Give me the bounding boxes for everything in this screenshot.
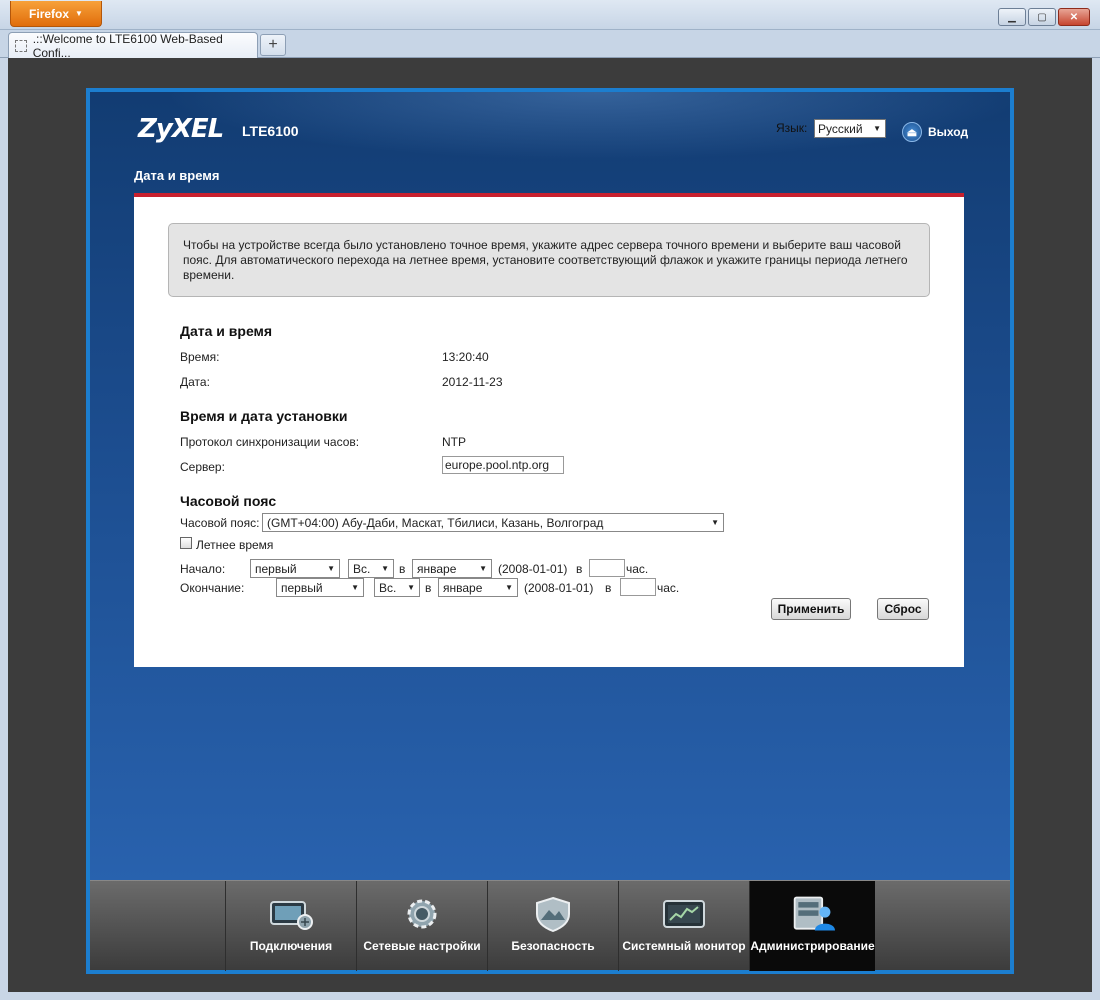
new-tab-button[interactable]: + <box>260 34 286 56</box>
apply-button[interactable]: Применить <box>771 598 851 620</box>
dst-end-week-select[interactable]: первый ▼ <box>276 578 364 597</box>
logout-button[interactable]: ⏏ Выход <box>902 122 968 142</box>
dst-start-month-value: январе <box>417 561 457 576</box>
chevron-down-icon: ▼ <box>327 564 335 573</box>
nav-administration[interactable]: Администрирование <box>749 881 875 971</box>
chevron-down-icon: ▼ <box>479 564 487 573</box>
date-value: 2012-11-23 <box>442 375 503 389</box>
chevron-down-icon: ▼ <box>711 518 719 527</box>
dropdown-arrow-icon: ▼ <box>75 9 83 18</box>
dst-start-month-select[interactable]: январе ▼ <box>412 559 492 578</box>
timezone-section-title: Часовой пояс <box>180 493 277 509</box>
chevron-down-icon: ▼ <box>407 583 415 592</box>
reset-button[interactable]: Сброс <box>877 598 929 620</box>
nav-security-label: Безопасность <box>511 939 595 953</box>
system-monitor-icon <box>662 897 706 931</box>
nav-system-monitor[interactable]: Системный монитор <box>618 881 749 971</box>
dst-start-at-text: в <box>576 562 583 576</box>
server-label: Сервер: <box>180 460 225 474</box>
logout-label: Выход <box>928 125 969 139</box>
model-name: LTE6100 <box>242 123 299 139</box>
page-viewport: ZyXEL LTE6100 Язык: Русский ▼ ⏏ Выход Да… <box>8 58 1092 992</box>
logout-icon: ⏏ <box>902 122 922 142</box>
firefox-menu-button[interactable]: Firefox ▼ <box>10 1 102 27</box>
content-panel: Чтобы на устройстве всегда было установл… <box>134 197 964 667</box>
dst-start-hour-input[interactable] <box>589 559 625 577</box>
chevron-down-icon: ▼ <box>873 124 881 133</box>
nav-administration-label: Администрирование <box>750 939 875 953</box>
language-select[interactable]: Русский ▼ <box>814 119 886 138</box>
browser-titlebar: Firefox ▼ ▁ ▢ ✕ <box>0 0 1100 30</box>
browser-tab[interactable]: .::Welcome to LTE6100 Web-Based Confi... <box>8 31 258 60</box>
dst-start-day-value: Вс. <box>353 561 371 576</box>
dst-label: Летнее время <box>196 538 274 552</box>
time-value: 13:20:40 <box>442 350 489 364</box>
nav-system-monitor-label: Системный монитор <box>622 939 746 953</box>
dst-end-month-value: январе <box>443 580 483 595</box>
connection-monitor-icon <box>269 897 313 931</box>
dst-end-label: Окончание: <box>180 581 245 595</box>
shield-icon <box>531 896 575 932</box>
nav-connections[interactable]: Подключения <box>225 881 356 971</box>
close-button[interactable]: ✕ <box>1058 8 1090 26</box>
language-value: Русский <box>818 121 863 136</box>
protocol-value: NTP <box>442 435 466 449</box>
bottom-nav: Подключения Сетевые настройки Безопаснос… <box>90 880 1010 971</box>
datetime-section-title: Дата и время <box>180 323 273 339</box>
nav-network-settings-label: Сетевые настройки <box>363 939 481 953</box>
dst-end-at-text: в <box>605 581 612 595</box>
dst-checkbox[interactable] <box>180 537 192 549</box>
timezone-value: (GMT+04:00) Абу-Даби, Маскат, Тбилиси, К… <box>267 515 604 530</box>
dst-end-date-text: (2008-01-01) <box>524 581 594 595</box>
chevron-down-icon: ▼ <box>381 564 389 573</box>
time-label: Время: <box>180 350 220 364</box>
browser-tabbar: .::Welcome to LTE6100 Web-Based Confi...… <box>0 30 1100 60</box>
protocol-label: Протокол синхронизации часов: <box>180 435 360 449</box>
language-label: Язык: <box>776 121 808 135</box>
nav-connections-label: Подключения <box>249 939 333 953</box>
brand-logo: ZyXEL <box>138 114 224 144</box>
dst-start-day-select[interactable]: Вс. ▼ <box>348 559 394 578</box>
dst-start-in-text: в <box>399 562 406 576</box>
dst-start-label: Начало: <box>180 562 226 576</box>
info-box: Чтобы на устройстве всегда было установл… <box>168 223 930 297</box>
dst-end-hour-input[interactable] <box>620 578 656 596</box>
gear-icon <box>400 897 444 931</box>
dst-end-in-text: в <box>425 581 432 595</box>
server-input[interactable]: europe.pool.ntp.org <box>442 456 564 474</box>
dst-start-date-text: (2008-01-01) <box>498 562 568 576</box>
window-controls: ▁ ▢ ✕ <box>998 8 1090 26</box>
chevron-down-icon: ▼ <box>351 583 359 592</box>
dst-end-day-value: Вс. <box>379 580 397 595</box>
admin-icon <box>791 896 835 931</box>
nav-network-settings[interactable]: Сетевые настройки <box>356 881 487 971</box>
dst-start-week-select[interactable]: первый ▼ <box>250 559 340 578</box>
date-label: Дата: <box>180 375 210 389</box>
favicon-icon <box>15 39 27 52</box>
dst-end-month-select[interactable]: январе ▼ <box>438 578 518 597</box>
dst-end-day-select[interactable]: Вс. ▼ <box>374 578 420 597</box>
router-admin-app: ZyXEL LTE6100 Язык: Русский ▼ ⏏ Выход Да… <box>86 88 1014 974</box>
chevron-down-icon: ▼ <box>505 583 513 592</box>
dst-start-unit: час. <box>626 562 649 576</box>
dst-start-week-value: первый <box>255 561 297 576</box>
dst-end-unit: час. <box>657 581 680 595</box>
nav-security[interactable]: Безопасность <box>487 881 618 971</box>
setup-section-title: Время и дата установки <box>180 408 348 424</box>
page-title: Дата и время <box>134 168 220 183</box>
timezone-label: Часовой пояс: <box>180 516 260 530</box>
timezone-select[interactable]: (GMT+04:00) Абу-Даби, Маскат, Тбилиси, К… <box>262 513 724 532</box>
maximize-button[interactable]: ▢ <box>1028 8 1056 26</box>
tab-title: .::Welcome to LTE6100 Web-Based Confi... <box>32 31 223 60</box>
minimize-button[interactable]: ▁ <box>998 8 1026 26</box>
dst-end-week-value: первый <box>281 580 323 595</box>
firefox-menu-label: Firefox <box>29 6 70 21</box>
